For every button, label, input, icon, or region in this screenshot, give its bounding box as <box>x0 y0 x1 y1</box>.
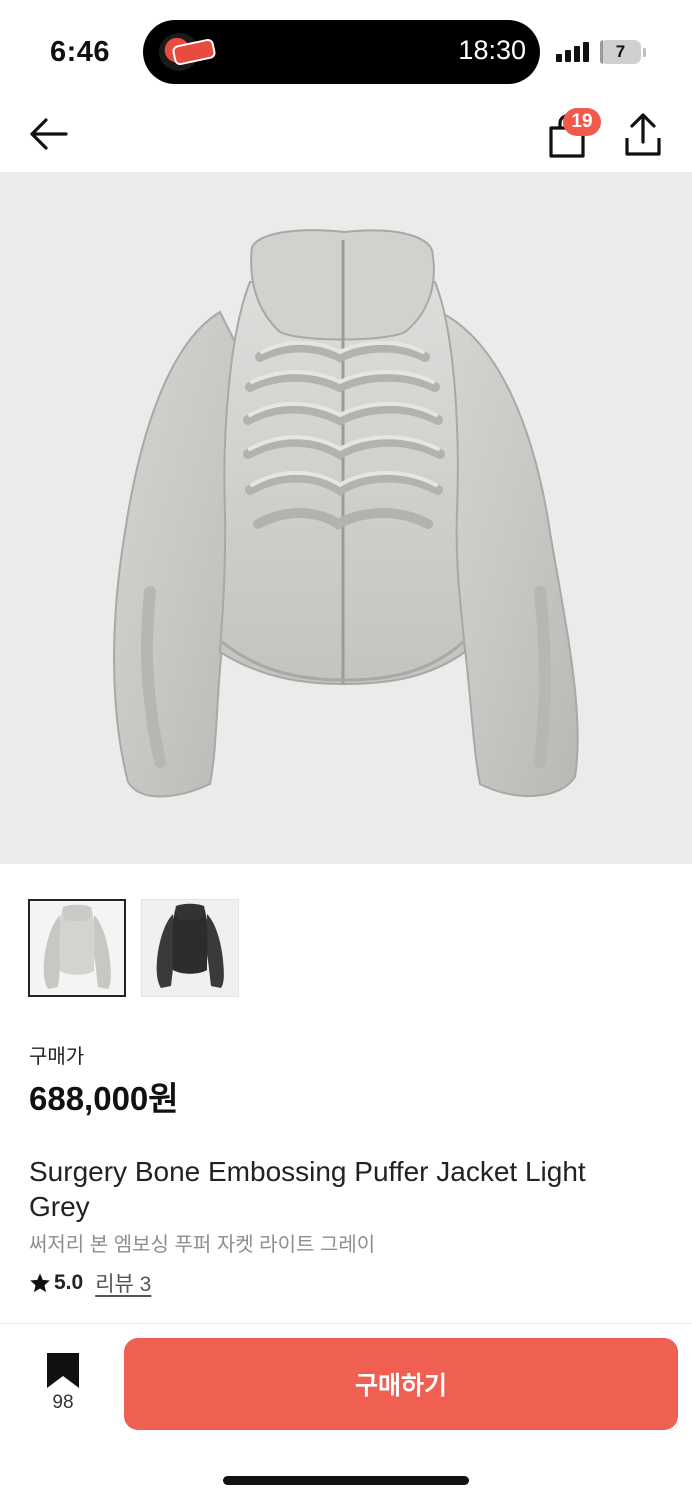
thumbnail-light-grey[interactable] <box>28 899 126 997</box>
share-icon <box>625 113 661 156</box>
share-button[interactable] <box>622 112 664 158</box>
thumbnail-black-image <box>156 903 224 988</box>
battery-cap <box>643 48 646 57</box>
battery-percent: 7 <box>615 42 626 61</box>
rating-value: 5.0 <box>54 1271 84 1294</box>
thumbnail-light-grey-image <box>43 904 111 989</box>
price-label: 구매가 <box>29 1046 85 1068</box>
bookmark-count: 98 <box>52 1392 74 1413</box>
live-activity-timer: 18:30 <box>458 35 526 65</box>
status-time: 6:46 <box>50 36 111 68</box>
thumbnail-black[interactable] <box>141 899 239 997</box>
buy-button[interactable]: 구매하기 <box>124 1338 678 1430</box>
puffer-jacket-illustration <box>113 229 579 798</box>
status-bar: 6:46 18:30 7 <box>0 0 692 100</box>
bookmark-button[interactable]: 98 <box>38 1350 88 1418</box>
arrow-left-icon <box>30 118 68 150</box>
dynamic-island[interactable]: 18:30 <box>143 20 540 84</box>
home-indicator[interactable] <box>223 1476 469 1485</box>
review-link[interactable]: 리뷰 3 <box>95 1268 151 1298</box>
product-price: 688,000원 <box>29 1080 179 1117</box>
top-nav-bar: 19 <box>0 100 692 172</box>
product-hero-image[interactable] <box>0 172 692 864</box>
rating-row: 5.0 리뷰 3 <box>29 1269 151 1297</box>
cellular-signal-icon <box>556 42 590 62</box>
bookmark-icon <box>47 1353 79 1388</box>
product-title: Surgery Bone Embossing Puffer Jacket Lig… <box>29 1156 586 1222</box>
bottom-bar-divider <box>0 1323 692 1324</box>
star-icon <box>30 1273 50 1293</box>
back-button[interactable] <box>26 112 72 156</box>
live-activity-app-icon <box>159 33 199 71</box>
product-detail-screen: 6:46 18:30 7 19 구매가 688,000원 Surgery Bon… <box>0 0 692 1500</box>
shopping-bag-button[interactable]: 19 <box>546 108 602 160</box>
cart-count-badge: 19 <box>563 108 601 136</box>
battery-icon: 7 <box>600 40 641 64</box>
product-subtitle-korean: 써저리 본 엠보싱 푸퍼 자켓 라이트 그레이 <box>29 1234 376 1256</box>
